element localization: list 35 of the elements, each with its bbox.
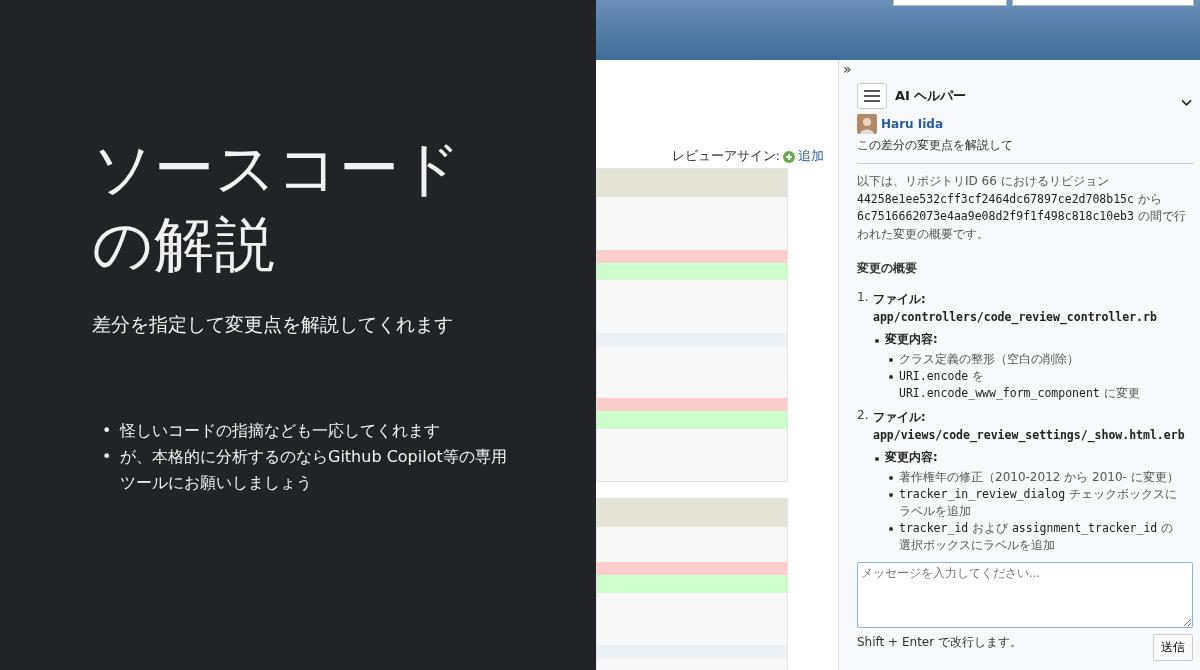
menu-button[interactable] xyxy=(857,83,887,109)
change-item: 著作権年の修正（2010-2012 から 2010- に変更） xyxy=(899,469,1180,486)
avatar-icon xyxy=(857,114,877,134)
send-button[interactable]: 送信 xyxy=(1153,634,1193,661)
change-item: URI.encode を URI.encode_www_form_component に変更 xyxy=(899,368,1141,402)
slide-title: ソースコードの解説 xyxy=(92,132,463,281)
change-item: tracker_id および assignment_tracker_id の選択ボックスにラベルを追加 xyxy=(899,520,1175,554)
collapse-toggle[interactable]: » xyxy=(843,62,852,76)
section-heading: 変更の概要 xyxy=(857,261,918,276)
bullet-marker: • xyxy=(102,446,113,468)
input-hint: Shift + Enter で改行します。 xyxy=(857,634,1022,651)
list-number: 1. xyxy=(857,290,870,306)
message-input[interactable]: メッセージを入力してください... xyxy=(857,562,1193,628)
change-label: 変更内容: xyxy=(885,450,938,465)
user-message: この差分の変更点を解説して xyxy=(857,138,1194,164)
bullet-marker: • xyxy=(102,420,113,442)
bullet-text: 怪しいコードの指摘なども一応してくれます xyxy=(120,420,441,442)
reviewer-label: レビューアサイン: xyxy=(671,148,780,165)
change-label: 変更内容: xyxy=(885,332,938,347)
panel-title: AI ヘルパー xyxy=(895,87,967,105)
list-number: 2. xyxy=(857,408,870,424)
bullet-text: が、本格的に分析するのならGithub Copilot等の専用ツールにお願いしましょう xyxy=(120,446,508,494)
response-text: 以下は、リポジトリID 66 におけるリビジョン 44258e1ee532cff3cf2464dc67897ce2d708b15c から 6c7516662073e4aa9e08d2f9f1f498c818c10eb3 の間で行われた変更の概要です。 xyxy=(857,173,1187,243)
add-link[interactable]: 追加 xyxy=(798,148,824,165)
file-label: ファイル: app/views/code_review_settings/_show.html.erb xyxy=(873,409,1186,444)
chevron-down-icon[interactable] xyxy=(1181,99,1192,107)
slide-subtitle: 差分を指定して変更点を解説してくれます xyxy=(92,312,454,337)
header-field[interactable] xyxy=(893,0,1007,6)
change-item: クラス定義の整形（空白の削除） xyxy=(899,351,1080,368)
header-field[interactable] xyxy=(1012,0,1194,6)
user-name[interactable]: Haru Iida xyxy=(881,117,944,131)
add-icon xyxy=(783,150,795,163)
menu-icon xyxy=(864,90,880,102)
file-label: ファイル: app/controllers/code_review_controller.rb xyxy=(873,291,1158,326)
change-item: tracker_in_review_dialog チェックボックスにラベルを追加 xyxy=(899,486,1178,520)
